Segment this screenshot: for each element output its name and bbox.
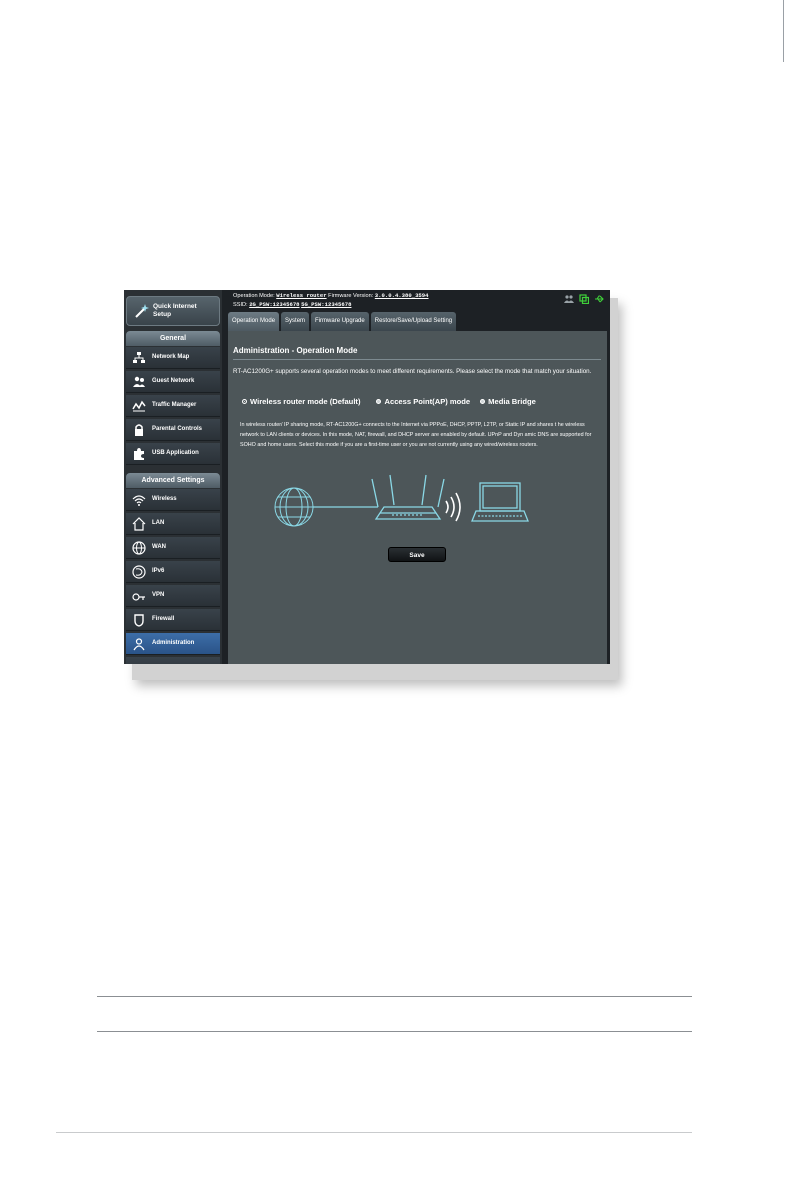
- globe-icon: [132, 541, 146, 555]
- users-status-icon[interactable]: [564, 294, 574, 304]
- mode-label: Access Point(AP) mode: [384, 397, 471, 406]
- sidebar-item-label: Network Map: [152, 354, 190, 360]
- shield-icon: [134, 614, 144, 627]
- operation-mode-link[interactable]: Wireless router: [276, 292, 326, 299]
- ssid-2g-link[interactable]: 2G_PSW:12345678: [249, 301, 299, 308]
- router-icon: [371, 474, 445, 520]
- sidebar-item-label: Guest Network: [152, 378, 195, 384]
- sidebar-item-firewall[interactable]: Firewall: [126, 609, 220, 631]
- sidebar-item-lan[interactable]: LAN: [126, 513, 220, 535]
- mode-label: Media Bridge: [488, 397, 536, 406]
- network-map-icon: [133, 352, 145, 363]
- sidebar-item-ipv6[interactable]: IPv6: [126, 561, 220, 583]
- sidebar-item-label: Wireless: [152, 496, 177, 502]
- page-edge-rule: [783, 0, 784, 62]
- tab-restore-save-upload[interactable]: Restore/Save/Upload Setting: [370, 312, 457, 331]
- header-status-icons: [564, 294, 604, 304]
- status-header: Operation Mode: Wireless router Firmware…: [232, 290, 610, 312]
- sidebar-item-wan[interactable]: WAN: [126, 537, 220, 559]
- page-footer-rule: [56, 1132, 692, 1133]
- sidebar-item-administration[interactable]: Administration: [126, 633, 220, 655]
- wifi-icon: [132, 495, 146, 506]
- sidebar-item-label: Firewall: [152, 616, 175, 622]
- sidebar-item-label: LAN: [152, 520, 165, 526]
- save-button[interactable]: Save: [388, 547, 446, 562]
- mode-radio-group: Wireless router mode (Default) Access Po…: [242, 397, 536, 406]
- sidebar-item-label: VPN: [152, 592, 165, 598]
- sidebar-item-parental-controls[interactable]: Parental Controls: [126, 419, 220, 441]
- globe-icon: [274, 487, 314, 527]
- admin-icon: [133, 638, 145, 651]
- sidebar-item-guest-network[interactable]: Guest Network: [126, 371, 220, 393]
- sidebar-item-wireless[interactable]: Wireless: [126, 489, 220, 511]
- copy-status-icon[interactable]: [579, 294, 589, 304]
- note-bottom-rule: [97, 1031, 692, 1032]
- radio-router[interactable]: [242, 399, 247, 404]
- sidebar-item-label: USB Application: [152, 450, 199, 456]
- firmware-version-label: Firmware Version:: [328, 293, 374, 299]
- quick-internet-setup-label: Quick Internet Setup: [153, 303, 197, 318]
- radio-ap[interactable]: [376, 399, 382, 404]
- note-top-rule: [97, 996, 692, 997]
- tab-firmware-upgrade[interactable]: Firmware Upgrade: [311, 312, 369, 331]
- advanced-settings-section-header: Advanced Settings: [126, 473, 220, 488]
- content-panel: Administration - Operation Mode RT-AC120…: [228, 331, 607, 664]
- sidebar-item-label: Administration: [152, 640, 195, 646]
- title-divider: [233, 359, 601, 360]
- laptop-icon: [471, 482, 529, 522]
- tab-bar: Operation Mode System Firmware Upgrade R…: [228, 312, 457, 331]
- tab-operation-mode[interactable]: Operation Mode: [228, 312, 280, 331]
- mode-description: In wireless router/ IP sharing mode, RT-…: [240, 422, 592, 448]
- usb-icon[interactable]: [594, 294, 604, 304]
- page-description: RT-AC1200G+ supports several operation m…: [233, 368, 592, 375]
- sidebar-item-network-map[interactable]: Network Map: [126, 347, 220, 369]
- sidebar-item-partial[interactable]: [126, 657, 220, 664]
- ipv6-icon: [132, 565, 146, 579]
- sidebar-item-label: WAN: [152, 544, 166, 550]
- header-line-2: SSID: 2G_PSW:12345678 5G_PSW:12345678: [233, 301, 351, 308]
- sidebar-item-label: IPv6: [152, 568, 165, 574]
- page-title: Administration - Operation Mode: [233, 346, 358, 355]
- lock-icon: [135, 424, 143, 436]
- header-line-1: Operation Mode: Wireless router Firmware…: [233, 292, 429, 299]
- traffic-manager-icon: [132, 400, 146, 412]
- mode-option-media-bridge[interactable]: Media Bridge: [480, 397, 536, 406]
- home-icon: [132, 517, 146, 531]
- sidebar-item-label: Traffic Manager: [152, 402, 197, 408]
- general-section-header: General: [126, 331, 220, 346]
- ssid-label: SSID:: [233, 302, 248, 308]
- router-admin-screenshot: Quick Internet Setup General Network Map…: [124, 290, 610, 664]
- mode-option-router[interactable]: Wireless router mode (Default): [242, 397, 360, 406]
- mode-illustration: [274, 474, 529, 527]
- sidebar-item-usb-application[interactable]: USB Application: [126, 443, 220, 465]
- sidebar-item-traffic-manager[interactable]: Traffic Manager: [126, 395, 220, 417]
- radio-media-bridge[interactable]: [480, 399, 486, 404]
- mode-option-ap[interactable]: Access Point(AP) mode: [376, 397, 470, 406]
- sidebar-item-label: Parental Controls: [152, 426, 203, 432]
- sidebar: Quick Internet Setup General Network Map…: [124, 290, 222, 664]
- firmware-version-link[interactable]: 3.0.0.4.380_3594: [375, 292, 429, 299]
- vpn-icon: [132, 593, 145, 601]
- operation-mode-label: Operation Mode:: [233, 293, 275, 299]
- guest-network-icon: [133, 376, 145, 387]
- magic-wand-icon: [135, 304, 149, 318]
- mode-label: Wireless router mode (Default): [250, 397, 361, 406]
- puzzle-icon: [134, 448, 144, 460]
- ssid-5g-link[interactable]: 5G_PSW:12345678: [301, 301, 351, 308]
- quick-internet-setup-button[interactable]: Quick Internet Setup: [126, 296, 220, 326]
- tab-system[interactable]: System: [281, 312, 310, 331]
- wireless-signal-icon: [445, 492, 461, 522]
- sidebar-item-vpn[interactable]: VPN: [126, 585, 220, 607]
